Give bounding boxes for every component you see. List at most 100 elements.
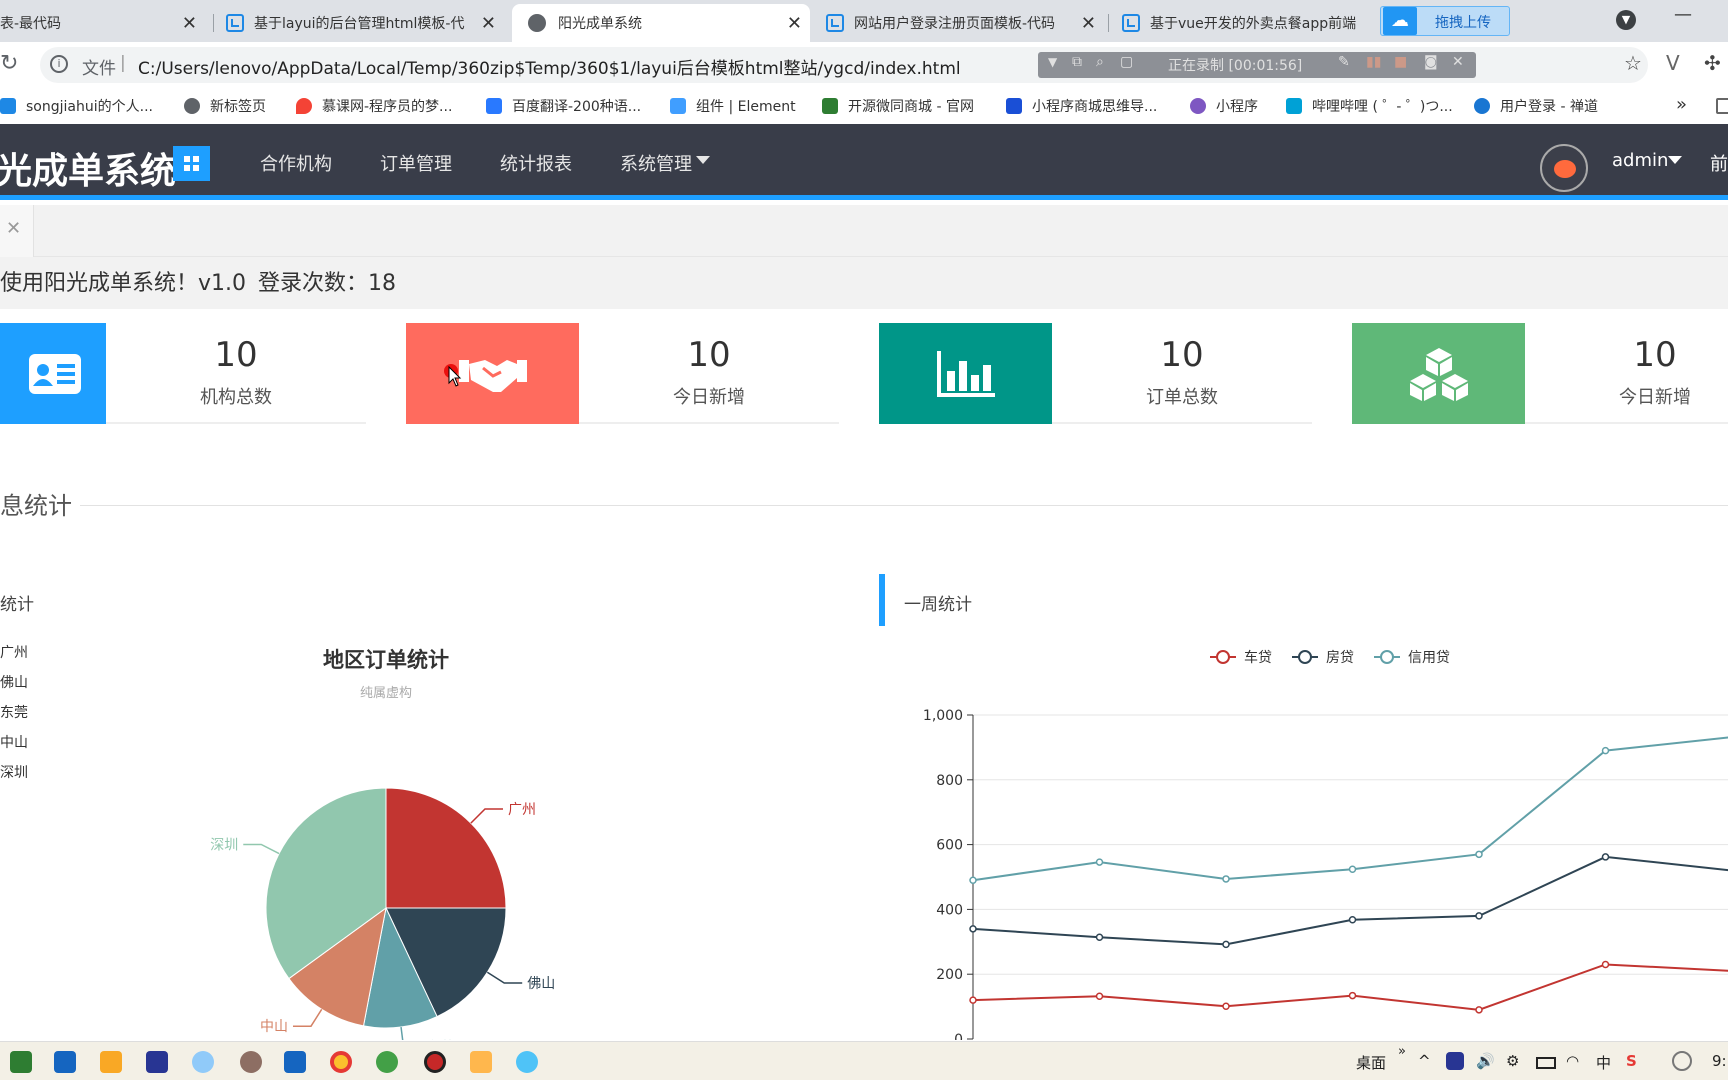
- data-point[interactable]: [1475, 850, 1483, 859]
- legend-item[interactable]: 中山: [0, 735, 28, 751]
- bookmark-item[interactable]: 开源微同商城 - 官网: [822, 96, 974, 116]
- data-point[interactable]: [1095, 858, 1104, 866]
- reload-icon[interactable]: ↻: [0, 51, 18, 76]
- data-point[interactable]: [1475, 1006, 1483, 1014]
- battery-icon[interactable]: [1536, 1057, 1556, 1069]
- browser-tab[interactable]: 基于layui的后台管理html模板-代 ✕: [214, 4, 504, 42]
- browser-tab[interactable]: 基于vue开发的外卖点餐app前端: [1110, 4, 1378, 42]
- bookmark-item[interactable]: 小程序商城思维导...: [1006, 96, 1157, 116]
- bookmark-item[interactable]: 用户登录 - 禅道: [1474, 96, 1598, 116]
- pen-icon[interactable]: ✎: [1338, 54, 1350, 70]
- browser-tab-active[interactable]: 阳光成单系统 ✕: [512, 4, 810, 42]
- zoom-icon[interactable]: ⌕: [1096, 54, 1104, 70]
- more-bookmarks-icon[interactable]: »: [1676, 94, 1687, 115]
- data-point[interactable]: [1222, 875, 1230, 883]
- dropdown-icon[interactable]: ▼: [1048, 55, 1057, 69]
- info-icon[interactable]: i: [50, 55, 68, 73]
- bookmark-item[interactable]: 哔哩哔哩 ( ゜- ゜)つ...: [1286, 96, 1453, 116]
- bookmark-item[interactable]: 组件 | Element: [670, 96, 796, 116]
- nav-item-system[interactable]: 系统管理: [620, 150, 692, 176]
- tab-search-icon[interactable]: ▼: [1616, 10, 1636, 30]
- network-icon[interactable]: ⚙: [1506, 1052, 1519, 1070]
- region-icon[interactable]: ▢: [1120, 54, 1133, 70]
- legend-item[interactable]: 东莞: [0, 705, 28, 721]
- ie-icon[interactable]: [516, 1051, 538, 1073]
- nav-item-partners[interactable]: 合作机构: [260, 150, 332, 176]
- bookmark-item[interactable]: 慕课网-程序员的梦...: [296, 96, 452, 116]
- desktop-label[interactable]: 桌面: [1356, 1052, 1386, 1073]
- legend-item[interactable]: 深圳: [0, 765, 28, 781]
- app-icon[interactable]: [470, 1051, 492, 1073]
- data-point[interactable]: [1601, 853, 1610, 861]
- avatar-app-icon[interactable]: [240, 1051, 262, 1073]
- data-point[interactable]: [1475, 912, 1483, 920]
- close-icon[interactable]: ✕: [1452, 54, 1464, 70]
- bookmark-item[interactable]: 新标签页: [184, 96, 266, 116]
- close-icon[interactable]: ✕: [182, 13, 197, 34]
- bookmark-item[interactable]: 小程序: [1190, 96, 1258, 116]
- data-point[interactable]: [969, 876, 977, 884]
- user-menu[interactable]: admin: [1612, 150, 1668, 171]
- legend-marker[interactable]: [1216, 650, 1230, 664]
- chrome-icon[interactable]: [330, 1051, 352, 1073]
- data-point[interactable]: [969, 996, 977, 1004]
- data-point[interactable]: [1095, 992, 1104, 1000]
- frontend-link[interactable]: 前: [1710, 150, 1728, 176]
- data-point[interactable]: [1222, 1002, 1230, 1011]
- sogou-icon[interactable]: S: [1626, 1052, 1637, 1070]
- legend-item[interactable]: 车贷: [1244, 649, 1272, 666]
- record-app-icon[interactable]: [424, 1051, 446, 1073]
- data-point[interactable]: [1222, 940, 1230, 949]
- grid-menu-icon[interactable]: [173, 146, 210, 181]
- reading-list-icon[interactable]: [1716, 98, 1728, 114]
- wifi-icon[interactable]: ◠: [1566, 1052, 1579, 1070]
- bookmark-item[interactable]: songjiahui的个人...: [0, 96, 153, 116]
- wechat-icon[interactable]: [376, 1051, 398, 1073]
- nav-item-reports[interactable]: 统计报表: [500, 150, 572, 176]
- tray-up-icon[interactable]: ^: [1418, 1052, 1431, 1070]
- cloud-app-icon[interactable]: [192, 1051, 214, 1073]
- bookmark-item[interactable]: 百度翻译-200种语...: [486, 96, 641, 116]
- data-point[interactable]: [1601, 746, 1610, 755]
- camera-icon[interactable]: ◙: [1424, 54, 1438, 70]
- data-point[interactable]: [1601, 960, 1610, 969]
- window-icon[interactable]: ⧉: [1072, 54, 1082, 70]
- pause-icon[interactable]: ▮▮: [1366, 54, 1381, 70]
- folder-icon[interactable]: [100, 1051, 122, 1073]
- stat-card[interactable]: 10 机构总数: [0, 323, 366, 424]
- nav-item-orders[interactable]: 订单管理: [380, 150, 452, 176]
- close-icon[interactable]: ✕: [787, 13, 802, 34]
- stat-card[interactable]: 10 今日新增: [406, 323, 839, 424]
- star-icon[interactable]: ☆: [1624, 51, 1642, 75]
- close-icon[interactable]: ✕: [1081, 13, 1096, 34]
- minimize-icon[interactable]: —: [1674, 4, 1692, 25]
- ime-indicator[interactable]: 中: [1596, 1052, 1611, 1073]
- data-point[interactable]: [1095, 933, 1104, 942]
- close-icon[interactable]: ✕: [6, 218, 21, 239]
- pdf-app-icon[interactable]: [10, 1051, 32, 1073]
- legend-item[interactable]: 信用贷: [1408, 650, 1450, 666]
- stat-card[interactable]: 10 订单总数: [879, 323, 1312, 424]
- url-text[interactable]: C:/Users/lenovo/AppData/Local/Temp/360zi…: [138, 54, 961, 79]
- legend-marker[interactable]: [1298, 650, 1312, 664]
- files-app-icon[interactable]: [54, 1051, 76, 1073]
- stop-icon[interactable]: ■: [1394, 54, 1407, 70]
- puzzle-icon[interactable]: ✣: [1704, 51, 1721, 75]
- legend-item[interactable]: 房贷: [1326, 650, 1354, 666]
- legend-marker[interactable]: [1380, 650, 1394, 664]
- legend-item[interactable]: 广州: [0, 645, 28, 661]
- browser-tab[interactable]: 表-最代码 ✕: [0, 4, 205, 42]
- stat-card[interactable]: 10 今日新增: [1352, 323, 1728, 424]
- data-point[interactable]: [1348, 865, 1357, 873]
- data-point[interactable]: [1348, 991, 1357, 1000]
- tray-app-icon[interactable]: [1446, 1052, 1464, 1070]
- cortana-icon[interactable]: [1672, 1051, 1692, 1071]
- upload-button[interactable]: ☁ 拖拽上传: [1380, 6, 1510, 36]
- legend-item[interactable]: 佛山: [0, 675, 28, 691]
- data-point[interactable]: [1348, 916, 1357, 924]
- browser-tab[interactable]: 网站用户登录注册页面模板-代码 ✕: [814, 4, 1104, 42]
- avatar[interactable]: [1540, 144, 1588, 192]
- close-icon[interactable]: ✕: [481, 13, 496, 34]
- pie-slice[interactable]: [385, 787, 507, 909]
- extension-v-icon[interactable]: V: [1666, 51, 1680, 75]
